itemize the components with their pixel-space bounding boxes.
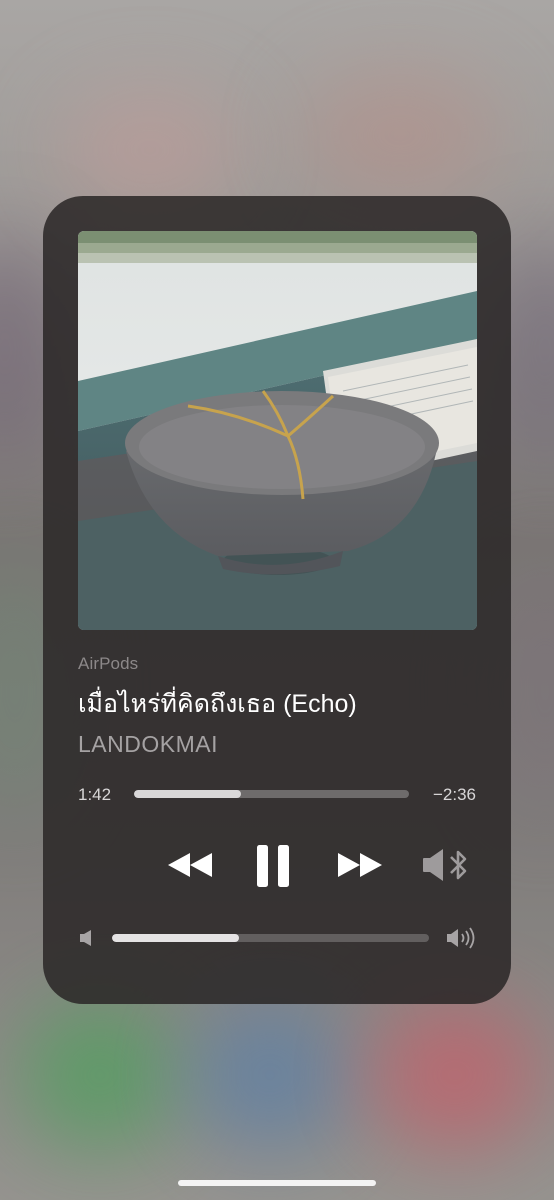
artist-name: LANDOKMAI (78, 731, 218, 757)
pause-icon (257, 845, 289, 887)
home-indicator[interactable] (178, 1180, 376, 1186)
audio-output-button[interactable] (419, 844, 475, 886)
volume-slider[interactable] (112, 934, 429, 942)
speaker-low-icon (80, 930, 91, 946)
speaker-high-icon (447, 927, 475, 949)
rewind-button[interactable] (163, 844, 217, 886)
pause-button[interactable] (250, 840, 296, 892)
elapsed-time: 1:42 (78, 785, 112, 804)
now-playing-card: AirPods เมื่อไหร่ที่คิดถึงเธอ (Echo) LAN… (43, 196, 511, 1004)
rewind-icon (168, 853, 212, 877)
fast-forward-button[interactable] (333, 844, 387, 886)
volume-fill (112, 934, 239, 942)
bluetooth-speaker-icon (423, 849, 467, 881)
remaining-time: −2:36 (432, 785, 476, 804)
album-artwork[interactable] (78, 231, 477, 630)
playback-scrubber[interactable] (134, 790, 409, 798)
scrubber-fill (134, 790, 242, 798)
song-title: เมื่อไหร่ที่คิดถึงเธอ (Echo) (78, 690, 357, 718)
audio-route-label: AirPods (78, 654, 139, 673)
fast-forward-icon (338, 853, 382, 877)
